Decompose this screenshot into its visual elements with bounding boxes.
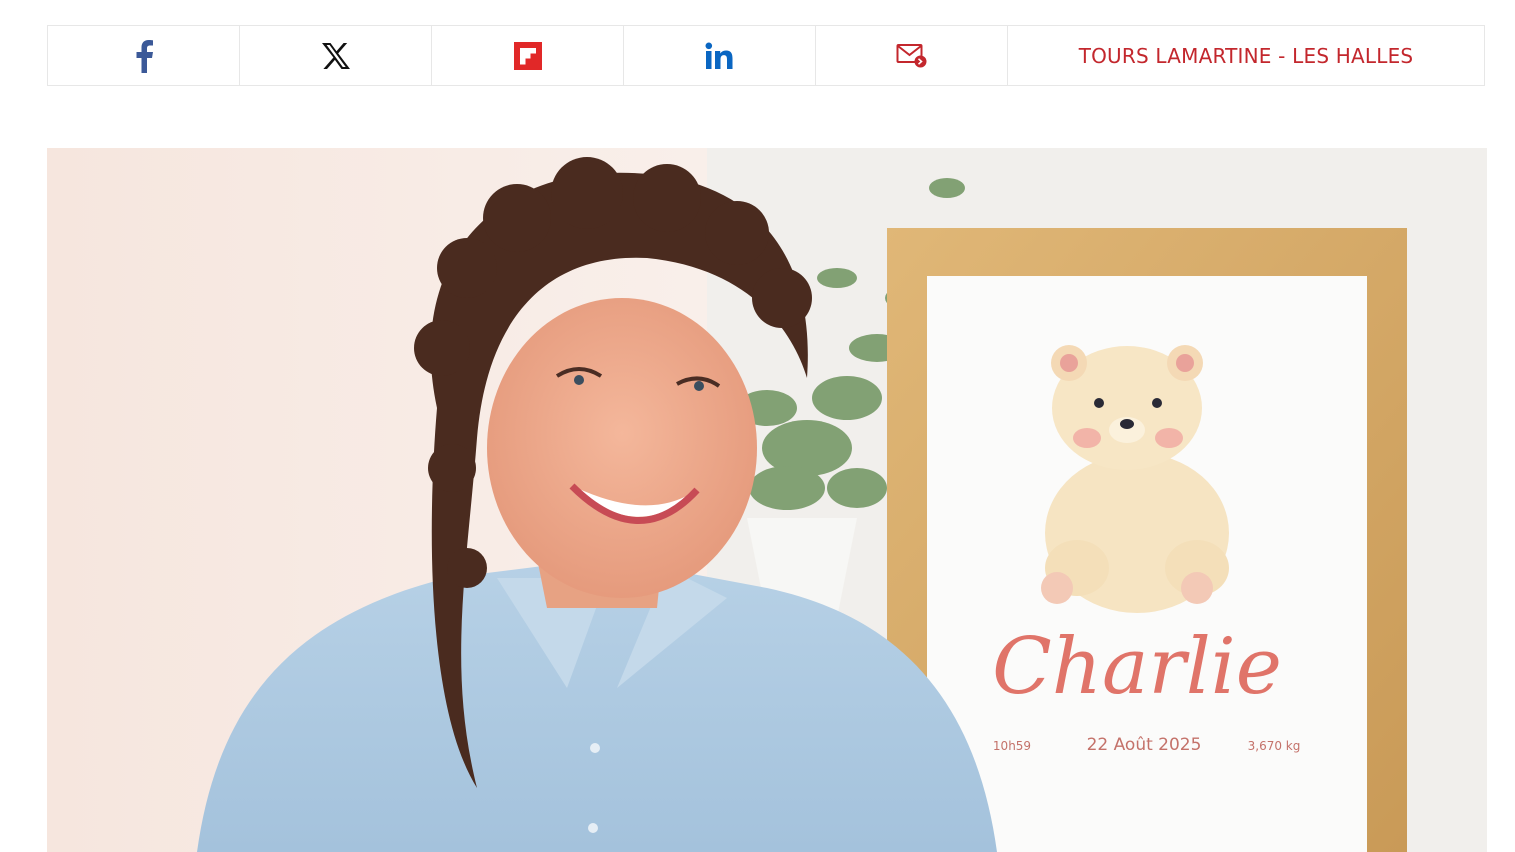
- share-bar: TOURS LAMARTINE - LES HALLES: [47, 25, 1485, 86]
- flipboard-icon: [513, 41, 542, 70]
- linkedin-icon: [705, 42, 735, 70]
- share-facebook-button[interactable]: [48, 26, 240, 85]
- frame-time: 10h59: [993, 739, 1031, 753]
- x-icon: [321, 42, 351, 70]
- frame-date: 22 Août 2025: [1087, 735, 1202, 755]
- facebook-icon: [133, 39, 155, 73]
- share-x-button[interactable]: [240, 26, 432, 85]
- frame-weight: 3,670 kg: [1248, 739, 1301, 753]
- frame-name: Charlie: [992, 622, 1282, 712]
- share-email-button[interactable]: [816, 26, 1008, 85]
- share-linkedin-button[interactable]: [624, 26, 816, 85]
- hero-image: Charlie 10h59 22 Août 2025 3,670 kg: [47, 148, 1487, 852]
- location-tag-label: TOURS LAMARTINE - LES HALLES: [1078, 43, 1414, 68]
- email-icon: [896, 43, 928, 69]
- location-tag-link[interactable]: TOURS LAMARTINE - LES HALLES: [1008, 26, 1484, 85]
- share-flipboard-button[interactable]: [432, 26, 624, 85]
